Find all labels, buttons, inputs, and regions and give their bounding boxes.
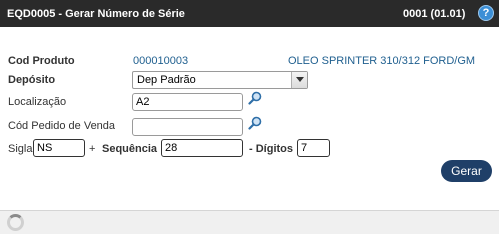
chevron-down-icon[interactable] bbox=[291, 72, 307, 88]
digitos-input[interactable]: 7 bbox=[297, 139, 330, 157]
gerar-button[interactable]: Gerar bbox=[441, 160, 492, 182]
sequencia-label: Sequência bbox=[102, 143, 158, 155]
localizacao-input[interactable]: A2 bbox=[132, 93, 243, 111]
magnifier-icon[interactable] bbox=[248, 116, 262, 130]
title-bar: EQD0005 - Gerar Número de Série 0001 (01… bbox=[0, 0, 499, 27]
program-code: 0001 (01.01) bbox=[403, 8, 466, 20]
status-footer bbox=[0, 210, 499, 234]
cod-produto-value: 000010003 bbox=[133, 55, 189, 67]
produto-descricao: OLEO SPRINTER 310/312 FORD/GM bbox=[288, 55, 476, 67]
sigla-input[interactable]: NS bbox=[33, 139, 85, 157]
digitos-label: - Dígitos bbox=[249, 143, 293, 155]
plus-sign: + bbox=[89, 143, 96, 155]
spinner-icon bbox=[7, 214, 24, 231]
window-title: EQD0005 - Gerar Número de Série bbox=[7, 8, 185, 20]
pedido-input[interactable] bbox=[132, 118, 243, 136]
sequencia-input[interactable]: 28 bbox=[161, 139, 243, 157]
sigla-label: Sigla bbox=[8, 143, 33, 155]
deposito-label: Depósito bbox=[8, 74, 56, 86]
cod-produto-label: Cod Produto bbox=[8, 55, 75, 67]
localizacao-label: Localização bbox=[8, 96, 67, 108]
pedido-label: Cód Pedido de Venda bbox=[8, 120, 116, 132]
deposito-selected-value: Dep Padrão bbox=[137, 74, 196, 86]
deposito-select[interactable]: Dep Padrão bbox=[132, 71, 308, 89]
magnifier-icon[interactable] bbox=[248, 91, 262, 105]
help-icon[interactable]: ? bbox=[478, 5, 494, 21]
